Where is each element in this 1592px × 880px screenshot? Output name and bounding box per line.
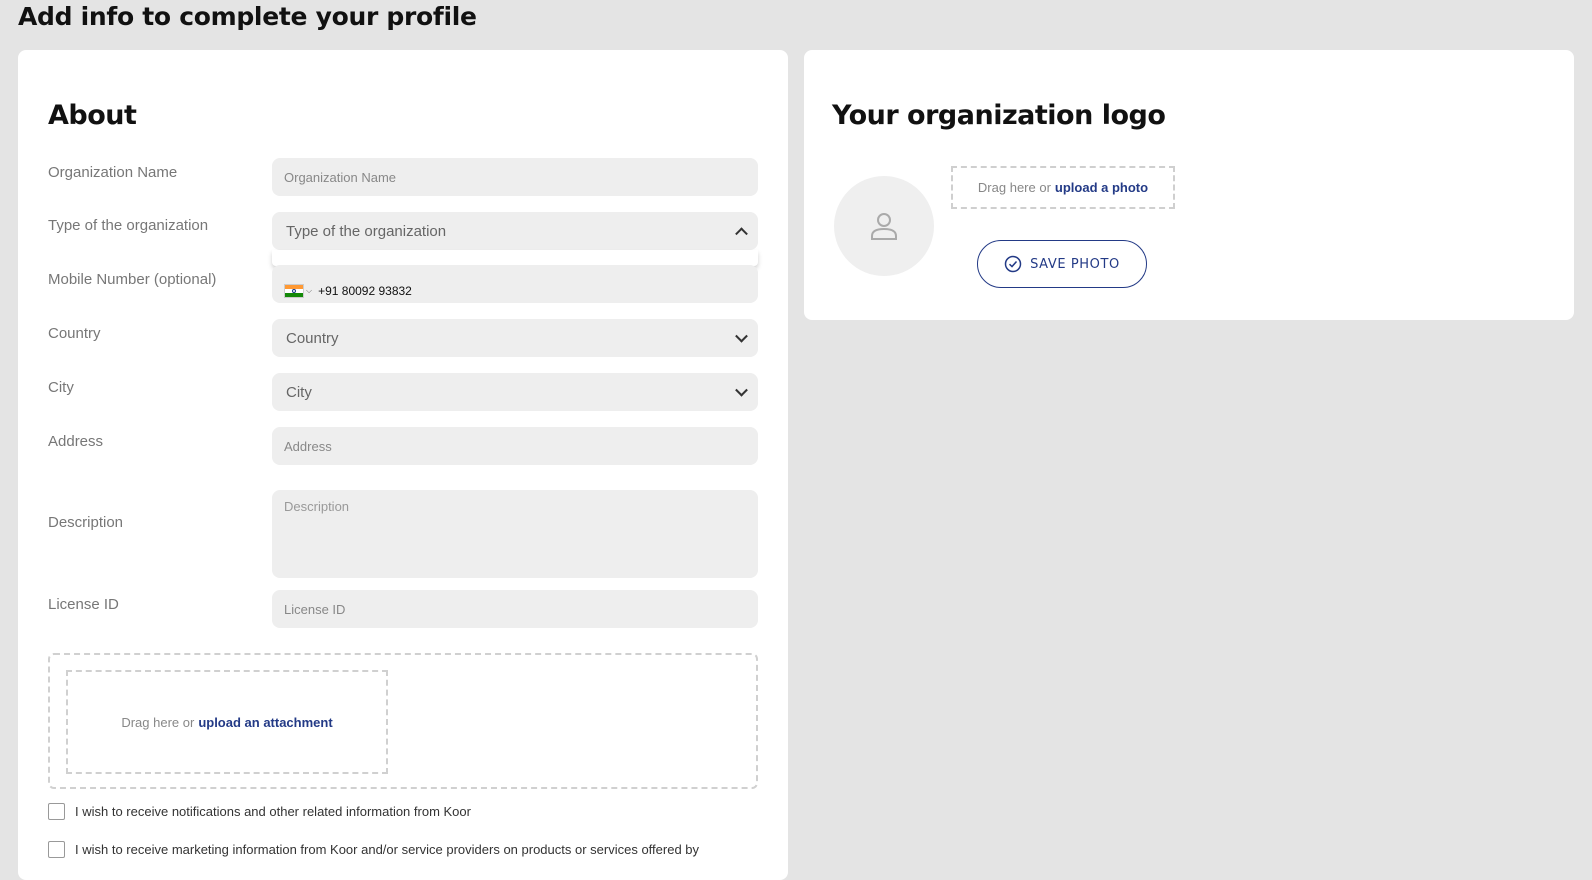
about-card: About Organization Name Organization Nam… — [18, 50, 788, 880]
marketing-checkbox[interactable] — [48, 841, 65, 858]
attachment-drop-text: Drag here or — [121, 714, 195, 730]
country-select[interactable]: Country — [272, 319, 758, 357]
org-type-label: Type of the organization — [48, 217, 209, 234]
consent-notifications-label: I wish to receive notifications and othe… — [75, 804, 471, 819]
notifications-checkbox[interactable] — [48, 803, 65, 820]
photo-dropzone[interactable]: Drag here or upload a photo — [951, 166, 1175, 209]
photo-drop-text: Drag here or — [977, 180, 1051, 195]
chevron-down-icon[interactable] — [735, 383, 748, 397]
consent-notifications[interactable]: I wish to receive notifications and othe… — [48, 803, 471, 820]
description-textarea[interactable]: Description — [272, 490, 758, 578]
description-label: Description — [48, 514, 124, 531]
license-input[interactable]: License ID — [272, 590, 758, 628]
consent-marketing[interactable]: I wish to receive marketing information … — [48, 841, 699, 858]
country-placeholder: Country — [286, 329, 339, 347]
city-select[interactable]: City — [272, 373, 758, 411]
user-icon — [871, 213, 897, 240]
avatar — [834, 176, 934, 276]
org-type-dropdown-menu[interactable] — [272, 250, 758, 266]
logo-title: Your organization logo — [832, 100, 1166, 131]
page-title: Add info to complete your profile — [18, 2, 477, 31]
address-input[interactable]: Address — [272, 427, 758, 465]
org-name-label: Organization Name — [48, 164, 178, 181]
about-title: About — [48, 100, 137, 131]
license-label: License ID — [48, 596, 119, 613]
attachment-drop-target[interactable]: Drag here or upload an attachment — [66, 670, 388, 774]
org-type-placeholder: Type of the organization — [286, 222, 447, 240]
consent-marketing-label: I wish to receive marketing information … — [75, 842, 700, 857]
org-type-select[interactable]: Type of the organization — [272, 212, 758, 250]
upload-photo-link[interactable]: upload a photo — [1055, 180, 1148, 195]
india-flag-icon[interactable] — [284, 284, 304, 298]
upload-attachment-link[interactable]: upload an attachment — [198, 715, 332, 730]
city-placeholder: City — [286, 383, 312, 401]
country-label: Country — [48, 325, 101, 342]
chevron-up-icon[interactable] — [735, 227, 748, 241]
city-label: City — [48, 379, 74, 396]
address-label: Address — [48, 433, 104, 450]
check-circle-icon — [1004, 255, 1022, 273]
save-photo-button[interactable]: SAVE PHOTO — [977, 240, 1147, 288]
chevron-down-icon[interactable] — [735, 329, 748, 343]
save-photo-label: SAVE PHOTO — [1030, 256, 1120, 272]
org-name-input[interactable]: Organization Name — [272, 158, 758, 196]
mobile-input[interactable]: ⌵ +91 80092 93832 — [272, 265, 758, 303]
logo-card: Your organization logo Drag here or uplo… — [804, 50, 1574, 320]
mobile-label: Mobile Number (optional) — [48, 271, 217, 288]
mobile-value: +91 80092 93832 — [318, 284, 412, 298]
attachment-dropzone[interactable]: Drag here or upload an attachment — [48, 653, 758, 789]
chevron-down-icon[interactable]: ⌵ — [306, 286, 312, 296]
